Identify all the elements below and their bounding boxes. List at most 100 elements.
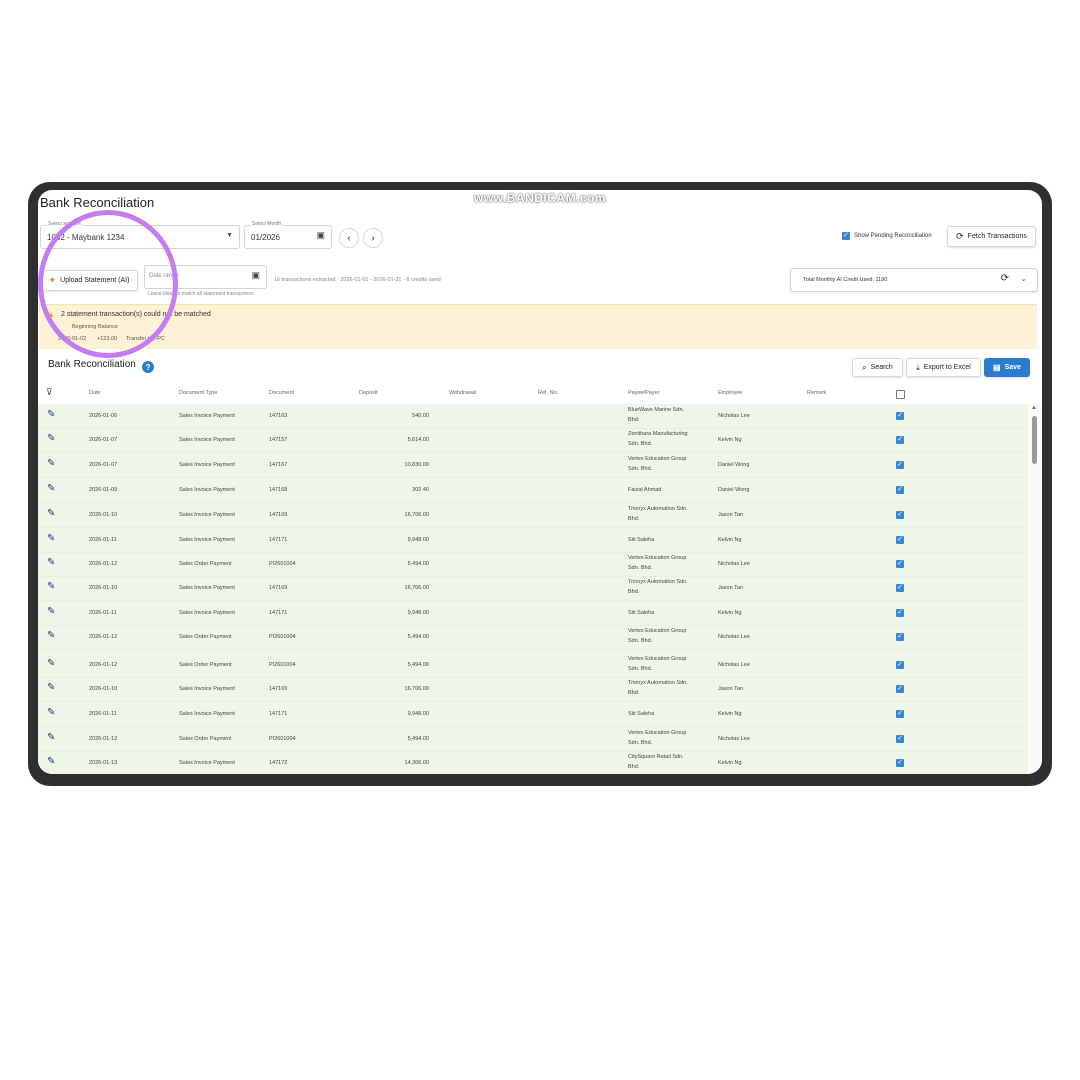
table-row[interactable]: ✎ 2026-01-11 Sales Invoice Payment 147171 9,… <box>38 601 1028 626</box>
row-checkbox[interactable]: ✓ <box>896 461 904 469</box>
cell-payee-line1: Vertex Education Group <box>628 656 687 662</box>
edit-icon[interactable]: ✎ <box>47 707 55 718</box>
edit-icon[interactable]: ✎ <box>47 581 55 592</box>
cell-employee: Daniel Wong <box>718 487 750 493</box>
edit-icon[interactable]: ✎ <box>47 433 55 444</box>
select-all-checkbox[interactable] <box>896 390 905 399</box>
unmatched-warning-banner: ▲ 2 statement transaction(s) could not b… <box>39 304 1037 349</box>
fetch-transactions-button[interactable]: ⟳ Fetch Transactions <box>947 226 1036 247</box>
cell-payee-line1: Faizal Ahmad <box>628 487 662 493</box>
table-row[interactable]: ✎ 2026-01-11 Sales Invoice Payment 147171 9,… <box>38 528 1028 553</box>
cell-document-type: Sales Invoice Payment <box>179 462 235 468</box>
row-checkbox[interactable]: ✓ <box>896 486 904 494</box>
save-button[interactable]: ▤ Save <box>984 358 1030 377</box>
help-icon[interactable]: ? <box>142 361 154 373</box>
row-checkbox[interactable]: ✓ <box>896 536 904 544</box>
table-row[interactable]: ✎ 2026-01-12 Sales Order Payment PI2601004 5… <box>38 653 1028 678</box>
scrollbar-thumb[interactable] <box>1032 416 1037 464</box>
scrollbar[interactable]: ▲ <box>1028 404 1042 774</box>
account-select-value: 1002 - Maybank 1234 <box>47 233 125 242</box>
cell-date: 2026-01-11 <box>89 537 117 543</box>
edit-icon[interactable]: ✎ <box>47 732 55 743</box>
edit-icon[interactable]: ✎ <box>47 682 55 693</box>
row-checkbox[interactable]: ✓ <box>896 412 904 420</box>
edit-icon[interactable]: ✎ <box>47 483 55 494</box>
calendar-icon[interactable]: ▣ <box>251 270 260 281</box>
cell-date: 2026-01-12 <box>89 561 118 567</box>
export-excel-button[interactable]: ⤓ Export to Excel <box>906 358 981 377</box>
filter-off-icon[interactable]: ⊽ <box>46 387 53 398</box>
row-checkbox[interactable]: ✓ <box>896 511 904 519</box>
next-month-button[interactable]: › <box>363 228 383 248</box>
cell-date: 2026-01-06 <box>89 413 118 419</box>
table-row[interactable]: ✎ 2026-01-07 Sales Invoice Payment 147157 5,… <box>38 428 1028 453</box>
prev-month-button[interactable]: ‹ <box>339 228 359 248</box>
row-checkbox[interactable]: ✓ <box>896 759 904 767</box>
search-button[interactable]: ⌕ Search <box>852 358 903 377</box>
month-picker[interactable]: Select Month 01/2026 ▣ <box>244 221 332 249</box>
cell-employee: Jason Tan <box>718 686 743 692</box>
extract-info: 16 transactions extracted · 2026-01-01 -… <box>274 277 441 283</box>
col-remark[interactable]: Remark <box>807 390 826 396</box>
edit-icon[interactable]: ✎ <box>47 508 55 519</box>
warning-item-amount: +123.00 <box>97 336 118 342</box>
edit-icon[interactable]: ✎ <box>47 409 55 420</box>
cell-date: 2026-01-12 <box>89 662 118 668</box>
cell-payee-line1: Zenithara Manufacturing <box>628 431 688 437</box>
table-row[interactable]: ✎ 2026-01-07 Sales Invoice Payment 147167 10… <box>38 453 1028 478</box>
table-row[interactable]: ✎ 2026-01-11 Sales Invoice Payment 147171 9,… <box>38 702 1028 727</box>
col-ref-no[interactable]: Ref. No. <box>538 390 558 396</box>
cell-payee-line1: Siti Saleha <box>628 537 655 543</box>
edit-icon[interactable]: ✎ <box>47 458 55 469</box>
edit-icon[interactable]: ✎ <box>47 533 55 544</box>
col-payee[interactable]: Payee/Payer <box>628 390 660 396</box>
cell-document: 147171 <box>269 711 288 717</box>
row-checkbox[interactable]: ✓ <box>896 609 904 617</box>
cell-document-type: Sales Invoice Payment <box>179 686 235 692</box>
cell-document-type: Sales Invoice Payment <box>179 537 235 543</box>
col-document-type[interactable]: Document Type <box>179 390 217 396</box>
col-document[interactable]: Document <box>269 390 294 396</box>
cell-document: 147169 <box>269 686 288 692</box>
table-row[interactable]: ✎ 2026-01-12 Sales Order Payment PI2601004 5… <box>38 625 1028 650</box>
edit-icon[interactable]: ✎ <box>47 630 55 641</box>
cell-payee-line1: CitySquare Retail Sdn. <box>628 754 684 760</box>
cell-employee: Jason Tan <box>718 585 743 591</box>
chevron-down-icon[interactable]: ⌄ <box>1020 274 1027 283</box>
edit-icon[interactable]: ✎ <box>47 606 55 617</box>
row-checkbox[interactable]: ✓ <box>896 710 904 718</box>
row-checkbox[interactable]: ✓ <box>896 633 904 641</box>
date-range-input[interactable]: Date range ▣ <box>144 265 267 289</box>
row-checkbox[interactable]: ✓ <box>896 685 904 693</box>
table-row[interactable]: ✎ 2026-01-12 Sales Order Payment PI2601004 5… <box>38 727 1028 752</box>
table-row[interactable]: ✎ 2026-01-10 Sales Invoice Payment 147169 16… <box>38 677 1028 702</box>
edit-icon[interactable]: ✎ <box>47 557 55 568</box>
show-pending-checkbox[interactable]: ✓ <box>842 232 850 240</box>
row-checkbox[interactable]: ✓ <box>896 436 904 444</box>
cell-date: 2026-01-09 <box>89 487 118 493</box>
cell-document: 147169 <box>269 512 288 518</box>
refresh-icon[interactable]: ⟳ <box>1001 273 1009 284</box>
row-checkbox[interactable]: ✓ <box>896 584 904 592</box>
edit-icon[interactable]: ✎ <box>47 658 55 669</box>
cell-deposit: 16,706.00 <box>404 585 429 591</box>
table-row[interactable]: ✎ 2026-01-06 Sales Invoice Payment 147163 54… <box>38 404 1028 429</box>
edit-icon[interactable]: ✎ <box>47 756 55 767</box>
table-row[interactable]: ✎ 2026-01-13 Sales Invoice Payment 147172 14… <box>38 751 1028 774</box>
table-row[interactable]: ✎ 2026-01-09 Sales Invoice Payment 147168 30… <box>38 478 1028 503</box>
col-employee[interactable]: Employee <box>718 390 742 396</box>
row-checkbox[interactable]: ✓ <box>896 661 904 669</box>
row-checkbox[interactable]: ✓ <box>896 735 904 743</box>
col-date[interactable]: Date <box>89 390 101 396</box>
col-withdrawal[interactable]: Withdrawal <box>449 390 476 396</box>
table-row[interactable]: ✎ 2026-01-12 Sales Order Payment PI2601004 5… <box>38 552 1028 577</box>
table-row[interactable]: ✎ 2026-01-10 Sales Invoice Payment 147169 16… <box>38 576 1028 601</box>
upload-statement-button[interactable]: ✦ Upload Statement (AI) <box>40 270 138 291</box>
account-select[interactable]: Select account 1002 - Maybank 1234 ▼ <box>40 221 240 249</box>
table-row[interactable]: ✎ 2026-01-10 Sales Invoice Payment 147169 16… <box>38 503 1028 528</box>
calendar-icon[interactable]: ▣ <box>316 230 325 241</box>
cell-document-type: Sales Invoice Payment <box>179 585 235 591</box>
col-deposit[interactable]: Deposit <box>359 390 378 396</box>
row-checkbox[interactable]: ✓ <box>896 560 904 568</box>
scroll-up-icon[interactable]: ▲ <box>1031 405 1037 411</box>
